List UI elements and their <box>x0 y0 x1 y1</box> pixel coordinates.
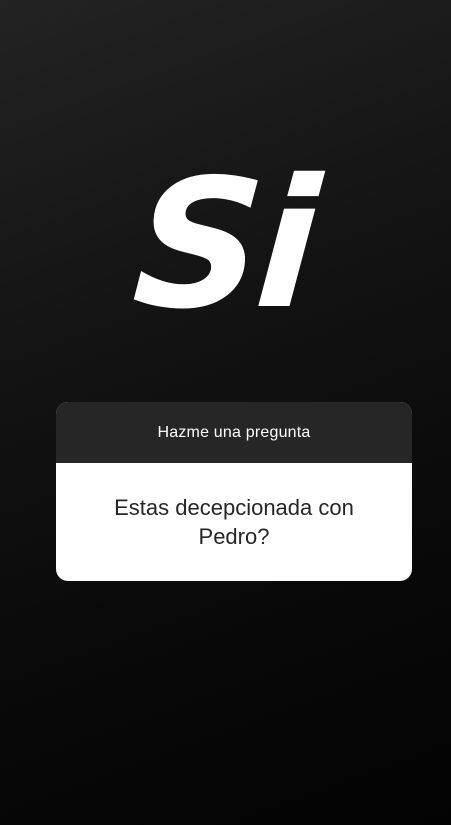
story-answer-text: Si <box>127 141 320 348</box>
question-sticker-body: Estas decepcionada con Pedro? <box>56 463 412 581</box>
story-screen: Si Hazme una pregunta Estas decepcionada… <box>0 0 451 825</box>
question-sticker-question-text: Estas decepcionada con Pedro? <box>114 495 354 549</box>
question-sticker-header: Hazme una pregunta <box>56 402 412 463</box>
question-sticker[interactable]: Hazme una pregunta Estas decepcionada co… <box>56 402 412 581</box>
question-sticker-header-label: Hazme una pregunta <box>157 423 311 441</box>
